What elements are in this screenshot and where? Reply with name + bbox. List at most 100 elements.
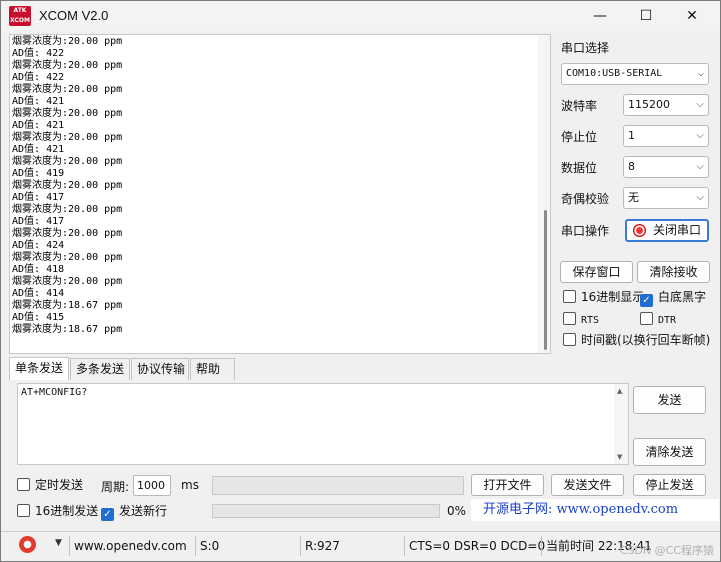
hex-display-option[interactable]: 16进制显示 [563,289,644,305]
minimize-button[interactable]: — [577,1,623,31]
receive-line: 烟雾浓度为:20.00 ppm [12,156,123,167]
timed-send-label: 定时发送 [35,478,84,492]
send-scrollbar[interactable]: ▲ ▼ [614,384,628,464]
rts-checkbox[interactable] [563,312,576,325]
send-progress-percent: 0% [447,504,467,518]
send-file-button[interactable]: 发送文件 [551,474,624,496]
clear-send-button[interactable]: 清除发送 [633,438,706,466]
period-input[interactable]: 1000 [133,475,171,496]
receive-text: 烟雾浓度为:20.00 ppm AD值: 422 烟雾浓度为:20.00 ppm AD… [12,36,122,336]
hex-send-option[interactable]: 16进制发送 [17,503,98,519]
white-black-option[interactable]: ✓ 白底黑字 [640,289,707,307]
open-file-button[interactable]: 打开文件 [471,474,544,496]
receive-line: AD值: 414 [12,288,65,299]
scroll-up-icon[interactable]: ▲ [617,387,622,395]
status-received: R:927 [300,536,404,556]
receive-line: 烟雾浓度为:20.00 ppm [12,60,123,71]
port-status-led-icon [633,224,646,237]
save-window-button[interactable]: 保存窗口 [560,261,633,283]
receive-scrollbar[interactable] [538,35,550,353]
timestamp-option[interactable]: 时间戳(以换行回车断帧) [563,332,710,348]
tab-multi-send[interactable]: 多条发送 [70,358,130,380]
status-url: www.openedv.com [69,536,194,556]
send-textarea[interactable]: AT+MCONFIG? ▲ ▼ [17,383,629,465]
data-bits-label: 数据位 [561,161,598,175]
receive-line: AD值: 424 [12,240,65,251]
stop-send-button[interactable]: 停止发送 [633,474,706,496]
scroll-down-icon[interactable]: ▼ [617,453,622,461]
data-bits-select[interactable]: 8 ⌵ [623,156,709,178]
tab-help[interactable]: 帮助 [190,358,235,380]
status-lines: CTS=0 DSR=0 DCD=0 [404,536,545,556]
app-logo-icon: ATK XCOM [9,6,31,26]
receive-line: 烟雾浓度为:20.00 ppm [12,84,123,95]
close-button[interactable]: ✕ [669,1,715,31]
timestamp-label: 时间戳(以换行回车断帧) [581,333,711,347]
receive-line: 烟雾浓度为:18.67 ppm [12,300,123,311]
timed-send-checkbox[interactable] [17,478,30,491]
clear-receive-button[interactable]: 清除接收 [637,261,710,283]
stop-bits-label: 停止位 [561,130,598,144]
send-button[interactable]: 发送 [633,386,706,414]
timestamp-checkbox[interactable] [563,333,576,346]
receive-textarea[interactable]: 烟雾浓度为:20.00 ppm AD值: 422 烟雾浓度为:20.00 ppm AD… [9,34,551,354]
receive-line: AD值: 421 [12,96,65,107]
parity-label: 奇偶校验 [561,192,610,206]
receive-line: AD值: 415 [12,312,65,323]
receive-line: AD值: 421 [12,120,65,131]
stop-bits-select[interactable]: 1 ⌵ [623,125,709,147]
receive-line: 烟雾浓度为:20.00 ppm [12,252,123,263]
send-newline-option[interactable]: ✓ 发送新行 [101,503,168,521]
receive-scroll-thumb[interactable] [544,210,547,350]
receive-line: 烟雾浓度为:20.00 ppm [12,36,123,47]
receive-line: AD值: 421 [12,144,65,155]
period-unit: ms [181,478,199,492]
baud-select[interactable]: 115200 ⌵ [623,94,709,116]
maximize-button[interactable]: ☐ [623,1,669,31]
send-newline-checkbox[interactable]: ✓ [101,508,114,521]
rts-option[interactable]: RTS [563,311,599,327]
status-sent: S:0 [195,536,299,556]
chevron-down-icon: ⌵ [696,161,704,172]
close-port-button[interactable]: 关闭串口 [625,219,709,242]
receive-line: 烟雾浓度为:20.00 ppm [12,228,123,239]
receive-line: 烟雾浓度为:20.00 ppm [12,108,123,119]
timed-send-option[interactable]: 定时发送 [17,477,83,493]
send-info-bar [212,476,464,495]
receive-line: AD值: 422 [12,72,65,83]
period-label: 周期: [101,480,130,494]
white-black-checkbox[interactable]: ✓ [640,294,653,307]
openedv-site-link[interactable]: 开源电子网: www.openedv.com [471,499,719,521]
chevron-down-icon: ⌵ [696,99,704,110]
send-newline-label: 发送新行 [119,504,168,518]
port-op-label: 串口操作 [561,224,610,238]
hex-display-checkbox[interactable] [563,290,576,303]
receive-line: AD值: 422 [12,48,65,59]
record-icon[interactable] [19,536,36,553]
parity-value: 无 [628,191,639,204]
tab-protocol[interactable]: 协议传输 [131,358,189,380]
receive-line: 烟雾浓度为:20.00 ppm [12,204,123,215]
dtr-checkbox[interactable] [640,312,653,325]
dtr-label: DTR [658,315,677,326]
send-progress-bar [212,504,440,518]
chevron-down-icon: ⌵ [696,130,704,141]
hex-send-label: 16进制发送 [35,504,99,518]
parity-select[interactable]: 无 ⌵ [623,187,709,209]
hex-display-label: 16进制显示 [581,290,645,304]
hex-send-checkbox[interactable] [17,504,30,517]
tab-single-send[interactable]: 单条发送 [9,357,69,380]
dtr-option[interactable]: DTR [640,311,676,327]
send-text: AT+MCONFIG? [21,387,88,398]
receive-line: 烟雾浓度为:20.00 ppm [12,132,123,143]
white-black-label: 白底黑字 [658,290,707,304]
serial-settings-panel: 串口选择 COM10:USB-SERIAL ⌵ 波特率 115200 ⌵ 停止位… [557,34,717,354]
triangle-down-icon[interactable]: ▼ [55,538,62,548]
data-bits-value: 8 [628,160,635,173]
xcom-window: ATK XCOM XCOM V2.0 — ☐ ✕ 烟雾浓度为:20.00 ppm… [0,0,721,562]
port-select[interactable]: COM10:USB-SERIAL ⌵ [561,63,709,85]
port-value: COM10:USB-SERIAL [566,68,663,79]
receive-line: AD值: 417 [12,216,65,227]
chevron-down-icon: ⌵ [697,68,704,79]
receive-line: AD值: 419 [12,168,65,179]
